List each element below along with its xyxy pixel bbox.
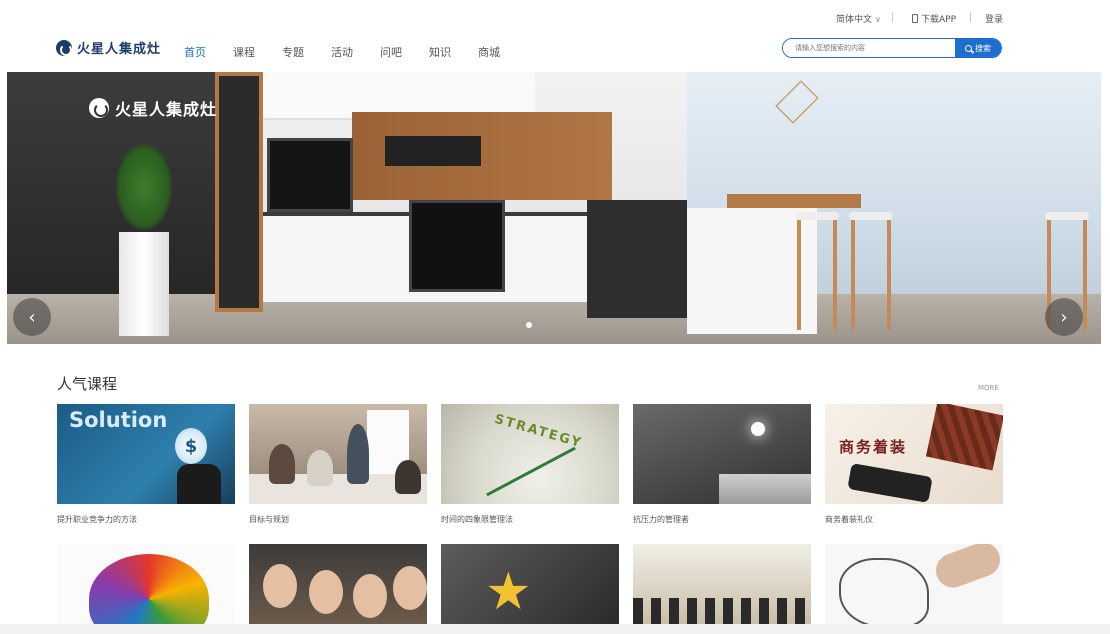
banner-image-oven [267,138,353,212]
search-input[interactable] [783,39,955,57]
course-title[interactable]: 目标与规划 [249,514,289,525]
course-thumbnail[interactable] [633,404,811,504]
course-thumbnail[interactable]: Solution $ [57,404,235,504]
thumbnail-text: Solution [69,408,168,432]
nav-item-topics[interactable]: 专题 [282,44,304,60]
course-thumbnail[interactable] [249,544,427,624]
banner-carousel[interactable]: 火星人集成灶 ‹ › [7,72,1101,344]
carousel-indicator-dot[interactable] [526,322,532,328]
search-button-label: 搜索 [975,43,991,53]
banner-image-stool [795,212,839,330]
star-icon: ★ [485,562,532,622]
nav-item-qa[interactable]: 问吧 [380,44,402,60]
thumbnail-face [309,570,343,614]
course-thumbnail[interactable]: 商务着装 [825,404,1003,504]
top-utility-bar: 简体中文 ∨ 下载APP 登录 [0,0,1110,34]
search-icon [965,44,972,52]
thumbnail-phone [847,463,933,503]
chevron-left-icon: ‹ [28,306,36,328]
course-thumbnail[interactable]: STRATEGY [441,404,619,504]
banner-image-shelf [215,72,263,312]
language-label: 简体中文 [836,15,873,25]
course-title[interactable]: 抗压力的管理者 [633,514,689,525]
nav-item-events[interactable]: 活动 [331,44,353,60]
login-link[interactable]: 登录 [985,12,1003,25]
banner-image-plant [115,142,173,232]
banner-image-range-hood [385,136,481,166]
thumbnail-crowd [633,598,811,624]
carousel-next-button[interactable]: › [1045,298,1083,336]
carousel-prev-button[interactable]: ‹ [13,298,51,336]
site-logo[interactable]: 火星人集成灶 [56,38,161,57]
divider [892,12,893,22]
course-thumbnail[interactable]: ★ [441,544,619,624]
thumbnail-text: STRATEGY [492,411,585,452]
banner-image-island [587,200,687,318]
nav-item-home[interactable]: 首页 [184,44,206,60]
divider [970,12,971,22]
chevron-right-icon: › [1060,306,1068,328]
lightbulb-icon: $ [175,428,207,464]
thumbnail-text: 商务着装 [839,438,908,456]
more-link[interactable]: MORE [978,384,999,392]
phone-icon [912,14,918,23]
course-title[interactable]: 时间的四象限管理法 [441,514,513,525]
nav-item-mall[interactable]: 商城 [478,44,500,60]
thumbnail-sketch [839,558,929,624]
thumbnail-figure [177,464,221,504]
logo-icon [56,39,72,56]
thumbnail-face [353,574,387,618]
main-nav: 首页 课程 专题 活动 问吧 知识 商城 [184,44,527,60]
logo-text: 火星人集成灶 [77,42,162,57]
brain-icon [89,554,209,624]
course-thumbnail[interactable] [249,404,427,504]
logo-icon [89,98,109,118]
download-app-link[interactable]: 下载APP [912,12,956,25]
course-title[interactable]: 商务着装礼仪 [825,514,873,525]
banner-logo: 火星人集成灶 [89,96,217,120]
course-thumbnail[interactable] [825,544,1003,624]
search-button[interactable]: 搜索 [955,39,1001,57]
banner-image-stove [409,200,505,292]
thumbnail-figure [347,424,369,484]
header: 火星人集成灶 首页 课程 专题 活动 问吧 知识 商城 搜索 [0,34,1110,70]
section-title: 人气课程 [57,375,118,393]
banner-image-counter [727,194,861,208]
lightbulb-icon [751,422,765,436]
banner-image-pot [119,232,169,336]
thumbnail-stairs [719,474,811,504]
course-thumbnail[interactable] [57,544,235,624]
course-thumbnail[interactable] [633,544,811,624]
thumbnail-face [393,566,427,610]
language-selector[interactable]: 简体中文 ∨ [836,12,881,25]
thumbnail-figure [269,444,295,484]
thumbnail-face [263,564,297,608]
thumbnail-tie [925,404,1003,471]
compass-needle-icon [486,446,576,497]
page-footer-edge [0,624,1110,634]
course-title[interactable]: 提升职业竞争力的方法 [57,514,137,525]
thumbnail-figure [395,460,421,494]
search-box: 搜索 [782,38,1002,58]
banner-image-stool [849,212,893,330]
banner-logo-text: 火星人集成灶 [115,100,218,119]
thumbnail-figure [307,450,333,486]
download-app-label: 下载APP [921,15,957,25]
nav-item-knowledge[interactable]: 知识 [429,44,451,60]
nav-item-courses[interactable]: 课程 [233,44,255,60]
thumbnail-hand [931,544,1003,593]
chevron-down-icon: ∨ [875,15,881,24]
